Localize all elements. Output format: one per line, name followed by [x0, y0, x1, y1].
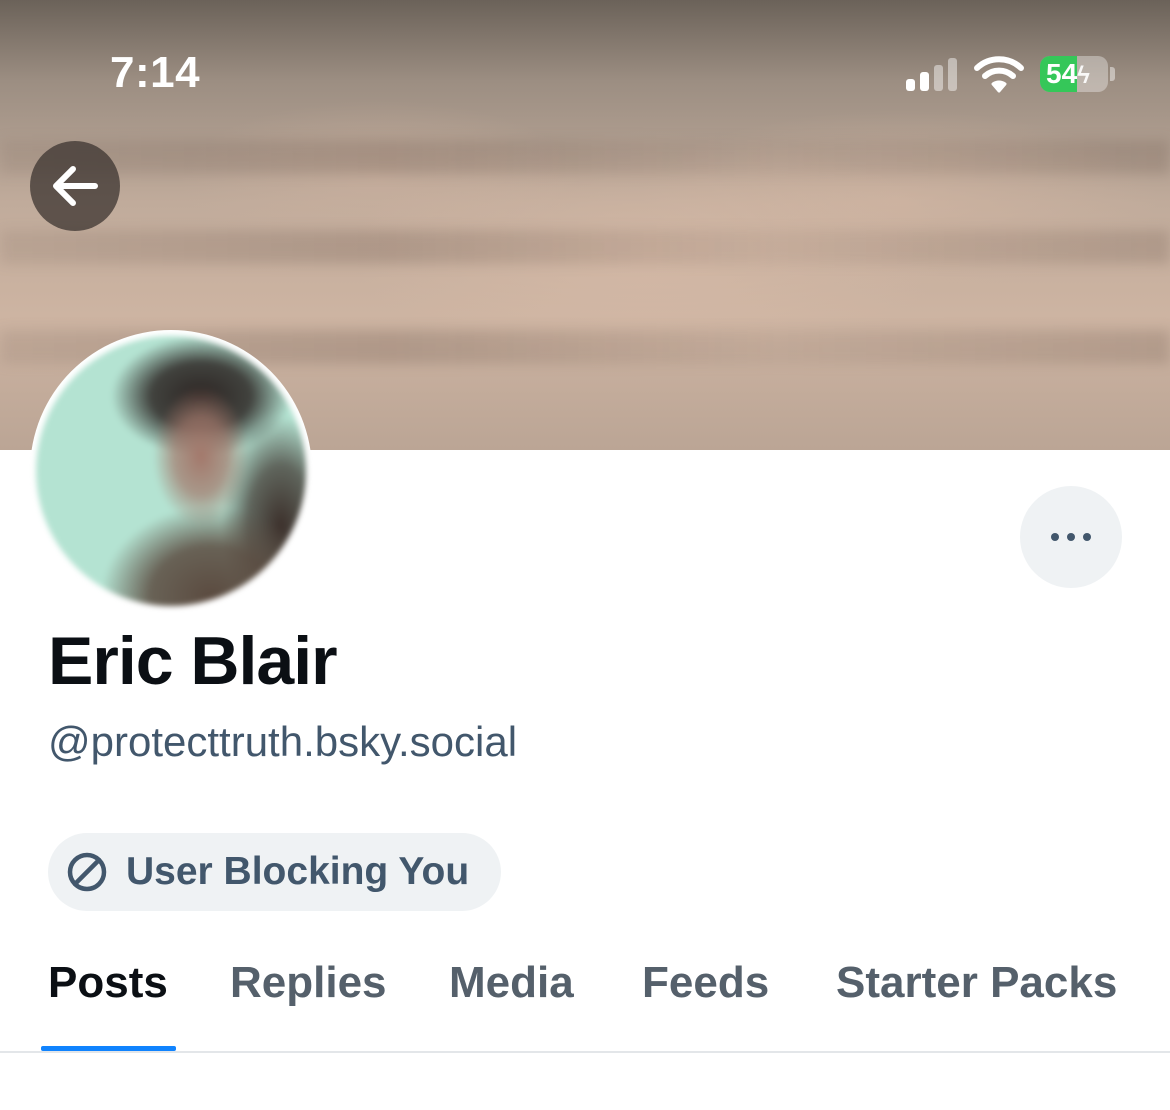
- display-name: Eric Blair: [48, 623, 338, 699]
- arrow-left-icon: [53, 166, 98, 206]
- tab-media[interactable]: Media: [449, 958, 574, 1008]
- tab-replies[interactable]: Replies: [230, 958, 387, 1008]
- tab-posts[interactable]: Posts: [48, 958, 168, 1008]
- avatar[interactable]: [30, 330, 312, 612]
- tab-starter-packs[interactable]: Starter Packs: [836, 958, 1117, 1008]
- charging-bolt-icon: ϟ: [1077, 62, 1090, 89]
- avatar-image: [36, 336, 306, 606]
- ellipsis-icon: [1051, 533, 1059, 541]
- blocking-status-badge: User Blocking You: [48, 833, 501, 911]
- status-time: 7:14: [110, 48, 201, 97]
- battery-level: 54: [1046, 58, 1078, 89]
- block-icon: [67, 852, 107, 892]
- wifi-icon: [974, 56, 1024, 93]
- battery-tip: [1110, 67, 1115, 81]
- battery-indicator: 54ϟ: [1040, 56, 1108, 92]
- back-button[interactable]: [30, 141, 120, 231]
- tab-divider: [0, 1051, 1170, 1053]
- cellular-signal-icon: [906, 57, 960, 91]
- tab-feeds[interactable]: Feeds: [642, 958, 769, 1008]
- blocking-status-label: User Blocking You: [126, 850, 470, 893]
- more-options-button[interactable]: [1020, 486, 1122, 588]
- profile-handle: @protecttruth.bsky.social: [48, 718, 518, 765]
